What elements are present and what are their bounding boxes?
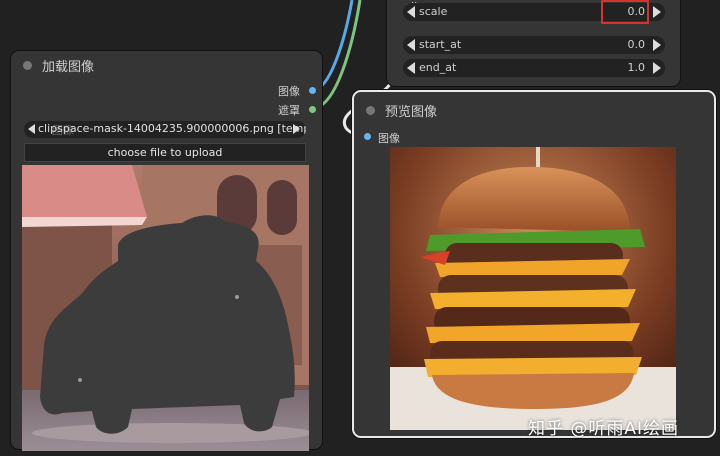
mask-output-socket[interactable] <box>309 106 316 113</box>
collapse-dot-icon[interactable] <box>23 60 32 70</box>
output-label-mask: 遮罩 <box>278 104 300 117</box>
image-output-socket[interactable] <box>309 87 316 94</box>
collapse-dot-icon[interactable] <box>366 105 375 115</box>
next-file-arrow-icon[interactable] <box>293 124 300 134</box>
widget-name: end_at <box>419 61 457 74</box>
end-at-widget[interactable]: end_at 1.0 <box>403 59 665 77</box>
watermark: 知乎 @听雨AI绘画 <box>528 419 680 439</box>
start-at-widget[interactable]: start_at 0.0 <box>403 36 665 54</box>
choose-file-button[interactable]: choose file to upload <box>24 143 306 162</box>
input-label-image: 图像 <box>378 132 400 145</box>
output-label-image: 图像 <box>278 85 300 98</box>
increment-arrow-icon[interactable] <box>653 62 661 74</box>
node-title: 预览图像 <box>385 104 438 120</box>
prev-file-arrow-icon[interactable] <box>28 124 35 134</box>
increment-arrow-icon[interactable] <box>653 6 661 18</box>
widget-name: start_at <box>419 38 462 51</box>
image-file-select[interactable]: 图像 clipspace-mask-14004235.900000006.png… <box>24 121 306 138</box>
clip-vision-node[interactable]: clip scale 0.0 start_at 0.0 end_at 1.0 <box>387 0 680 86</box>
highlight-box <box>601 0 649 24</box>
widget-value: 1.0 <box>627 61 646 74</box>
scale-widget[interactable]: scale 0.0 <box>403 0 665 24</box>
widget-value: 0.0 <box>627 38 646 51</box>
node-title: 加载图像 <box>42 59 95 75</box>
node-title-bar[interactable]: 加载图像 <box>11 51 322 79</box>
loaded-image <box>22 165 309 451</box>
decrement-arrow-icon[interactable] <box>407 6 415 18</box>
image-input-socket[interactable] <box>364 133 371 140</box>
node-title-bar[interactable]: 预览图像 <box>354 96 714 124</box>
decrement-arrow-icon[interactable] <box>407 62 415 74</box>
widget-name: scale <box>419 5 448 18</box>
decrement-arrow-icon[interactable] <box>407 39 415 51</box>
increment-arrow-icon[interactable] <box>653 39 661 51</box>
preview-image <box>390 147 676 430</box>
selected-file-name: clipspace-mask-14004235.900000006.png [t… <box>38 122 306 135</box>
